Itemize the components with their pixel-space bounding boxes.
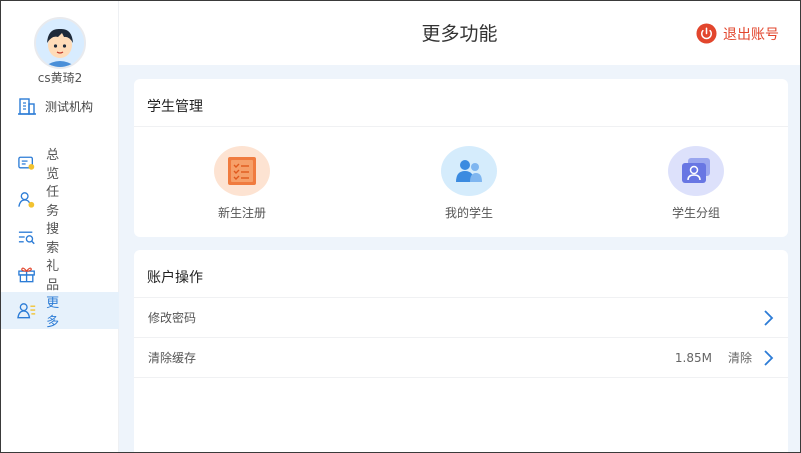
building-icon [18,98,36,115]
main-content: 更多功能 退出账号 学生管理 新生注册 我的学生 学生分组 账户操作 修改密码 … [119,1,800,452]
username: cs黄琦2 [37,71,83,85]
power-icon [696,23,717,44]
feature-icon-wrap [668,146,724,196]
sidebar-item-search[interactable]: 搜索 [1,218,119,256]
my-students-button[interactable]: 我的学生 [429,146,509,221]
logout-label: 退出账号 [723,26,779,43]
sidebar-item-gifts[interactable]: 礼品 [1,255,119,293]
row-label: 清除缓存 [148,351,197,365]
student-management-card: 学生管理 新生注册 我的学生 学生分组 [134,79,788,237]
logout-button[interactable]: 退出账号 [696,23,779,44]
cache-size: 1.85M [674,350,712,365]
section-title: 账户操作 [134,250,788,298]
sidebar-item-label: 总览 [46,147,85,182]
feature-label: 学生分组 [671,206,720,220]
sidebar-item-tasks[interactable]: 任务 [1,181,119,219]
org-name: 测试机构 [45,99,94,114]
sidebar: cs黄琦2 测试机构 总览 任务 搜索 礼品 更多 [1,1,119,452]
student-groups-button[interactable]: 学生分组 [656,146,736,221]
chevron-right-icon [764,349,774,366]
search-list-icon [18,231,35,244]
sidebar-item-label: 更多 [46,295,85,330]
students-group-icon [456,160,482,182]
account-operations-card: 账户操作 修改密码 清除缓存 1.85M 清除 [134,250,788,452]
change-password-row[interactable]: 修改密码 [134,298,788,338]
clear-cache-row[interactable]: 清除缓存 1.85M 清除 [134,338,788,378]
avatar[interactable] [34,17,86,69]
clear-cache-button[interactable]: 清除 [728,349,752,366]
boy-avatar-icon [36,19,84,67]
row-label: 修改密码 [148,311,197,325]
section-title: 学生管理 [134,79,788,127]
feature-icon-wrap [441,146,497,196]
sidebar-item-label: 礼品 [46,258,85,293]
feature-label: 新生注册 [217,206,266,220]
header: 更多功能 退出账号 [119,1,800,65]
user-task-icon [18,191,35,208]
sidebar-item-more[interactable]: 更多 [1,292,119,330]
feature-grid: 新生注册 我的学生 学生分组 [134,146,788,221]
sidebar-item-label: 任务 [46,184,85,219]
group-card-icon [682,158,710,183]
sidebar-item-overview[interactable]: 总览 [1,144,119,182]
gift-icon [18,267,35,282]
overview-icon [18,156,35,170]
sidebar-item-label: 搜索 [46,221,85,256]
registration-form-icon [228,157,256,185]
sidebar-nav: 总览 任务 搜索 礼品 更多 [1,144,119,330]
org-selector[interactable]: 测试机构 [17,96,93,116]
chevron-right-icon [764,309,774,326]
user-more-icon [17,302,36,318]
feature-label: 我的学生 [444,206,493,220]
new-student-registration-button[interactable]: 新生注册 [202,146,282,221]
feature-icon-wrap [214,146,270,196]
